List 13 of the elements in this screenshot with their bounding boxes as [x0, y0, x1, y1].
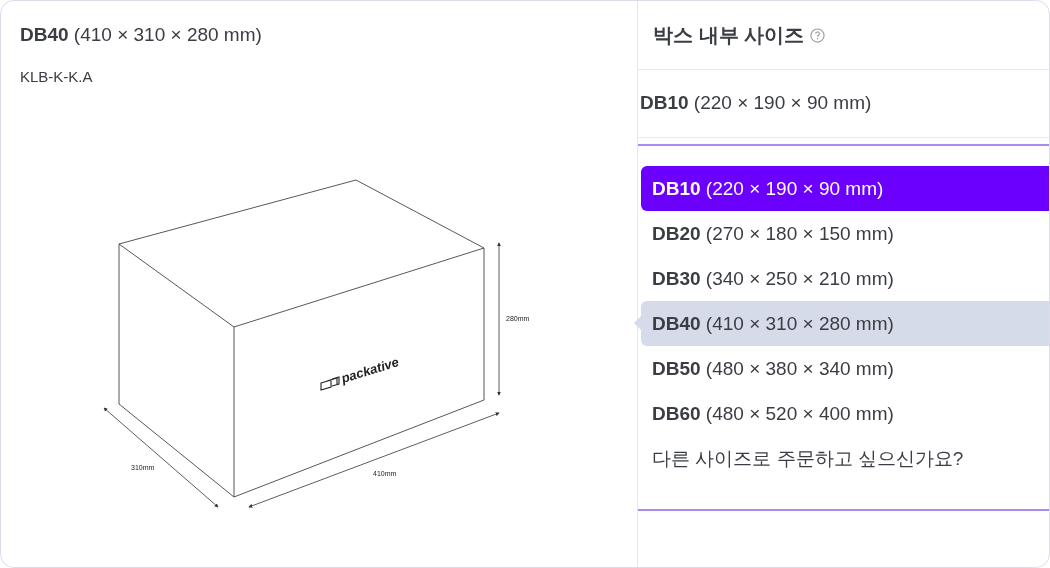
size-option[interactable]: DB30 (340 × 250 × 210 mm) [641, 256, 1049, 301]
logo-icon [320, 376, 340, 391]
pointer-icon [634, 316, 641, 330]
size-option[interactable]: DB50 (480 × 380 × 340 mm) [641, 346, 1049, 391]
custom-size-link[interactable]: 다른 사이즈로 주문하고 싶으신가요? [641, 436, 1049, 481]
product-code: KLB-K-K.A [19, 66, 94, 87]
help-icon[interactable] [810, 27, 826, 43]
size-option[interactable]: DB20 (270 × 180 × 150 mm) [641, 211, 1049, 256]
size-option[interactable]: DB10 (220 × 190 × 90 mm) [641, 166, 1049, 211]
size-option[interactable]: DB60 (480 × 520 × 400 mm) [641, 391, 1049, 436]
preview-title: DB40 (410 × 310 × 280 mm) [19, 23, 263, 47]
field-label: 박스 내부 사이즈 [653, 23, 805, 48]
size-select[interactable]: DB10 (220 × 190 × 90 mm) [638, 70, 1049, 138]
